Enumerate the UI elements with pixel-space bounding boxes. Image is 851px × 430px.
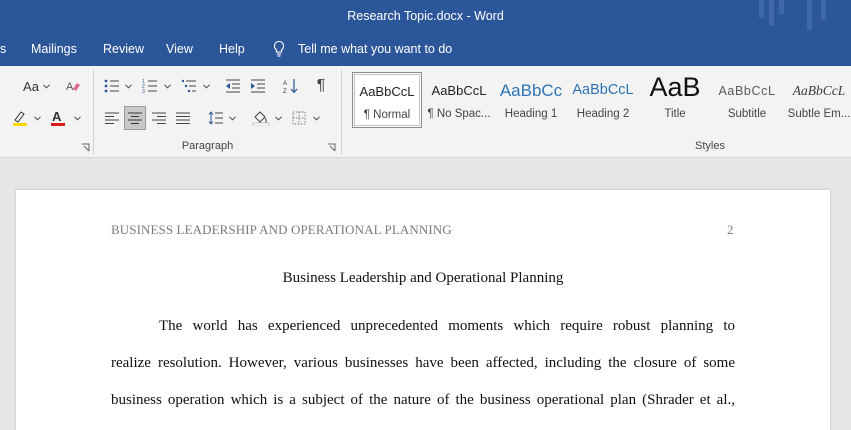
tab-view[interactable]: View (166, 32, 193, 66)
lightbulb-icon (273, 40, 285, 57)
multilevel-list-icon[interactable] (179, 74, 199, 98)
chevron-down-icon[interactable] (274, 106, 282, 130)
style-heading-2[interactable]: AaBbCcL Heading 2 (568, 72, 638, 128)
shading-icon[interactable] (250, 106, 272, 130)
document-page[interactable]: BUSINESS LEADERSHIP AND OPERATIONAL PLAN… (16, 190, 830, 430)
style-name: Heading 1 (504, 108, 558, 120)
document-canvas: BUSINESS LEADERSHIP AND OPERATIONAL PLAN… (0, 158, 851, 430)
clear-formatting-icon[interactable]: A (62, 74, 84, 98)
page-number: 2 (727, 222, 734, 237)
running-head: BUSINESS LEADERSHIP AND OPERATIONAL PLAN… (111, 222, 452, 237)
tab-mailings[interactable]: Mailings (31, 32, 77, 66)
svg-text:Z: Z (283, 89, 287, 94)
style-sample: AaBbCc (499, 81, 563, 100)
tab-review[interactable]: Review (103, 32, 144, 66)
font-dialog-launcher-icon[interactable] (81, 143, 90, 152)
paragraph-group-label: Paragraph (181, 140, 234, 152)
chevron-down-icon[interactable] (312, 106, 320, 130)
style-name: Heading 2 (576, 108, 630, 120)
borders-icon[interactable] (289, 106, 309, 130)
tell-me-search[interactable]: Tell me what you want to do (298, 32, 452, 66)
styles-group-label: Styles (695, 140, 725, 152)
justify-icon[interactable] (172, 106, 194, 130)
style-sample: AaBbCcL (431, 83, 487, 98)
align-center-icon[interactable] (124, 106, 146, 130)
highlight-swatch (13, 123, 27, 126)
font-color-icon[interactable]: A (46, 106, 70, 130)
chevron-down-icon[interactable] (163, 74, 171, 98)
style-sample: AaBbCcL (718, 84, 776, 98)
style-sample: AaBbCcL (359, 84, 415, 99)
style-subtle-emphasis[interactable]: AaBbCcL Subtle Em... (784, 72, 851, 128)
change-case-button[interactable]: Aa (18, 74, 44, 98)
svg-text:A: A (283, 81, 287, 87)
style-sample: AaB (649, 72, 701, 102)
tab-help[interactable]: Help (219, 32, 245, 66)
style-title[interactable]: AaB Title (640, 72, 710, 128)
paragraph-dialog-launcher-icon[interactable] (327, 143, 336, 152)
style-sample: AaBbCcL (572, 82, 634, 98)
change-case-label: Aa (23, 78, 39, 94)
svg-text:3: 3 (142, 89, 145, 93)
chevron-down-icon[interactable] (202, 74, 210, 98)
body-line: business operation which is a subject of… (111, 392, 735, 408)
styles-gallery: AaBbCcL ¶ Normal AaBbCcL ¶ No Spac... Aa… (350, 72, 851, 130)
title-bar: Research Topic.docx - Word (0, 0, 851, 32)
style-no-spacing[interactable]: AaBbCcL ¶ No Spac... (424, 72, 494, 128)
line-spacing-icon[interactable] (205, 106, 227, 130)
chevron-down-icon[interactable] (73, 106, 81, 130)
title-bar-decoration (751, 0, 851, 32)
chevron-down-icon[interactable] (124, 74, 132, 98)
pilcrow-icon[interactable]: ¶ (310, 74, 332, 98)
style-sample: AaBbCcL (792, 83, 846, 98)
decrease-indent-icon[interactable] (222, 74, 244, 98)
align-left-icon[interactable] (101, 106, 123, 130)
svg-text:A: A (66, 81, 74, 93)
window-title: Research Topic.docx - Word (347, 9, 504, 23)
body-line: realize resolution. However, various bus… (111, 355, 735, 371)
sort-icon[interactable]: A Z (280, 74, 302, 98)
align-right-icon[interactable] (148, 106, 170, 130)
svg-text:A: A (52, 109, 62, 124)
chevron-down-icon[interactable] (42, 74, 50, 98)
highlight-color-icon[interactable] (8, 106, 32, 130)
style-name: ¶ No Spac... (427, 108, 491, 120)
document-title: Business Leadership and Operational Plan… (282, 270, 564, 286)
style-subtitle[interactable]: AaBbCcL Subtitle (712, 72, 782, 128)
style-normal[interactable]: AaBbCcL ¶ Normal (352, 72, 422, 128)
increase-indent-icon[interactable] (247, 74, 269, 98)
chevron-down-icon[interactable] (33, 106, 41, 130)
tab-partial[interactable]: s (0, 32, 6, 66)
font-color-swatch (51, 123, 65, 126)
style-heading-1[interactable]: AaBbCc Heading 1 (496, 72, 566, 128)
bullets-icon[interactable] (102, 74, 122, 98)
ribbon-tabs: s Mailings Review View Help Tell me what… (0, 32, 851, 66)
body-line: The world has experienced unprecedented … (159, 318, 735, 334)
style-name: ¶ Normal (363, 109, 411, 121)
style-name: Subtitle (727, 108, 767, 120)
numbering-icon[interactable]: 1 2 3 (140, 74, 160, 98)
style-name: Title (664, 108, 686, 120)
style-name: Subtle Em... (787, 108, 851, 120)
chevron-down-icon[interactable] (228, 106, 236, 130)
